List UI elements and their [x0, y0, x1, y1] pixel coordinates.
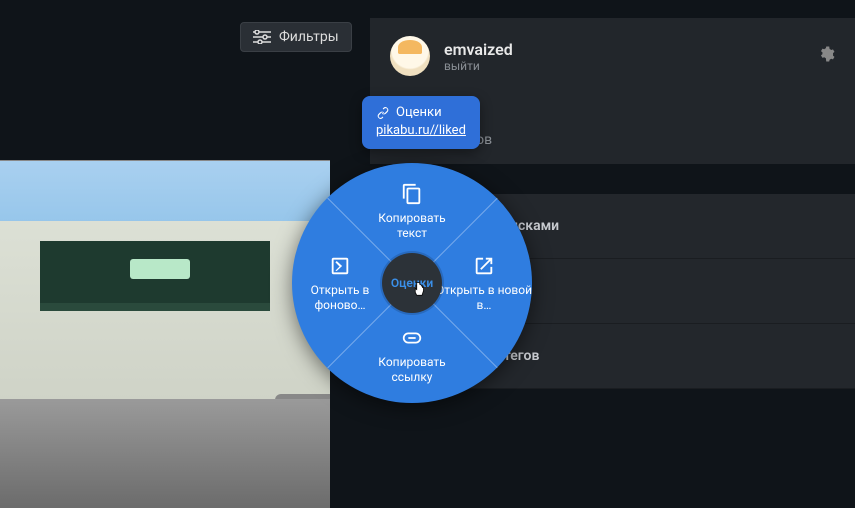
radial-menu: Копировать текст Открыть в новой в… Копи… — [292, 163, 532, 403]
tooltip-url: pikabu.ru//liked — [376, 122, 466, 140]
profile-username[interactable]: emvaized — [444, 40, 513, 59]
radial-copy-text[interactable]: Копировать текст — [362, 183, 462, 241]
radial-copy-link[interactable]: Копировать ссылку — [362, 327, 462, 385]
avatar[interactable] — [390, 36, 430, 76]
open-background-icon — [329, 255, 351, 277]
post-image[interactable]: у о634ср198 — [0, 160, 330, 508]
radial-center[interactable]: Оценки — [382, 253, 442, 313]
link-icon — [401, 327, 423, 349]
link-tooltip: Оценки pikabu.ru//liked — [362, 96, 480, 149]
filters-button[interactable]: Фильтры — [240, 22, 352, 52]
settings-button[interactable] — [817, 45, 835, 67]
sliders-icon — [253, 30, 271, 44]
radial-open-bg[interactable]: Открыть в фоново… — [290, 255, 390, 313]
copy-icon — [401, 183, 423, 205]
pointer-cursor-icon — [410, 281, 428, 299]
logout-link[interactable]: выйти — [444, 59, 513, 73]
tooltip-label: Оценки — [396, 104, 442, 122]
open-in-new-icon — [473, 255, 495, 277]
license-plate: о634ср198 — [280, 427, 330, 439]
radial-open-new[interactable]: Открыть в новой в… — [434, 255, 534, 313]
link-icon — [376, 106, 390, 120]
gear-icon — [817, 45, 835, 63]
filters-label: Фильтры — [279, 29, 339, 45]
